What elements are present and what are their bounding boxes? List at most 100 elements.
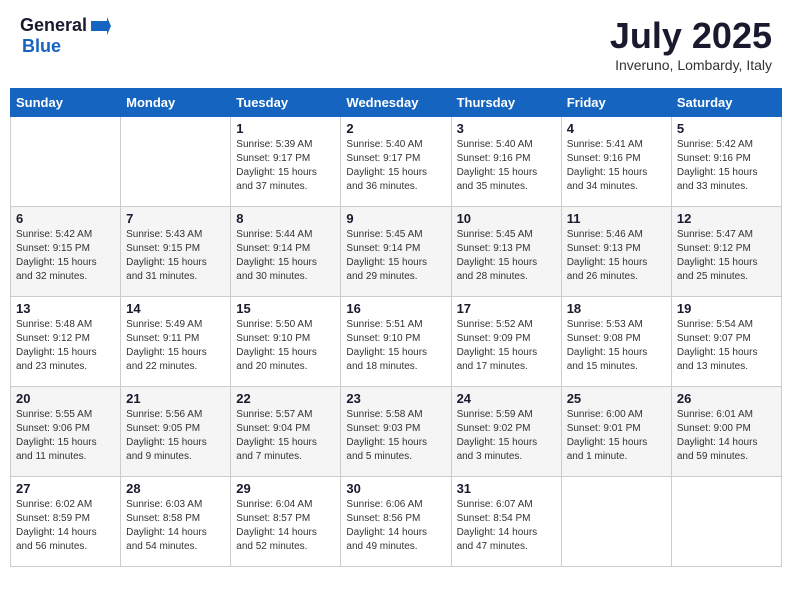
calendar-table: Sunday Monday Tuesday Wednesday Thursday… — [10, 88, 782, 567]
calendar-cell: 21 Sunrise: 5:56 AMSunset: 9:05 PMDayligh… — [121, 387, 231, 477]
logo: General Blue — [20, 15, 111, 57]
day-info: Sunrise: 5:41 AMSunset: 9:16 PMDaylight:… — [567, 138, 666, 194]
day-number: 3 — [457, 121, 556, 136]
day-number: 4 — [567, 121, 666, 136]
day-number: 5 — [677, 121, 776, 136]
day-info: Sunrise: 5:44 AMSunset: 9:14 PMDaylight:… — [236, 228, 335, 284]
title-section: July 2025 Inveruno, Lombardy, Italy — [610, 15, 772, 73]
location-subtitle: Inveruno, Lombardy, Italy — [610, 57, 772, 73]
calendar-cell: 27 Sunrise: 6:02 AMSunset: 8:59 PMDayligh… — [11, 477, 121, 567]
day-number: 11 — [567, 211, 666, 226]
day-number: 18 — [567, 301, 666, 316]
week-row-5: 27 Sunrise: 6:02 AMSunset: 8:59 PMDayligh… — [11, 477, 782, 567]
day-info: Sunrise: 6:00 AMSunset: 9:01 PMDaylight:… — [567, 408, 666, 464]
col-tuesday: Tuesday — [231, 89, 341, 117]
day-number: 20 — [16, 391, 115, 406]
day-info: Sunrise: 6:04 AMSunset: 8:57 PMDaylight:… — [236, 498, 335, 554]
day-number: 21 — [126, 391, 225, 406]
week-row-1: 1 Sunrise: 5:39 AMSunset: 9:17 PMDaylight… — [11, 117, 782, 207]
day-number: 8 — [236, 211, 335, 226]
day-number: 16 — [346, 301, 445, 316]
day-info: Sunrise: 5:55 AMSunset: 9:06 PMDaylight:… — [16, 408, 115, 464]
day-info: Sunrise: 6:02 AMSunset: 8:59 PMDaylight:… — [16, 498, 115, 554]
day-number: 27 — [16, 481, 115, 496]
calendar-cell: 22Sunrise: 5:57 AMSunset: 9:04 PMDayligh… — [231, 387, 341, 477]
day-number: 7 — [126, 211, 225, 226]
calendar-cell: 29 Sunrise: 6:04 AMSunset: 8:57 PMDayligh… — [231, 477, 341, 567]
day-info: Sunrise: 5:43 AMSunset: 9:15 PMDaylight:… — [126, 228, 225, 284]
day-info: Sunrise: 6:03 AMSunset: 8:58 PMDaylight:… — [126, 498, 225, 554]
week-row-3: 13 Sunrise: 5:48 AMSunset: 9:12 PMDayligh… — [11, 297, 782, 387]
day-info: Sunrise: 5:51 AMSunset: 9:10 PMDaylight:… — [346, 318, 445, 374]
calendar-cell: 6Sunrise: 5:42 AMSunset: 9:15 PMDaylight… — [11, 207, 121, 297]
day-info: Sunrise: 5:49 AMSunset: 9:11 PMDaylight:… — [126, 318, 225, 374]
logo-arrow-icon — [89, 17, 111, 35]
calendar-cell: 16 Sunrise: 5:51 AMSunset: 9:10 PMDayligh… — [341, 297, 451, 387]
calendar-cell: 8 Sunrise: 5:44 AMSunset: 9:14 PMDaylight… — [231, 207, 341, 297]
day-number: 25 — [567, 391, 666, 406]
col-saturday: Saturday — [671, 89, 781, 117]
calendar-header-row: Sunday Monday Tuesday Wednesday Thursday… — [11, 89, 782, 117]
calendar-cell: 26 Sunrise: 6:01 AMSunset: 9:00 PMDayligh… — [671, 387, 781, 477]
day-number: 15 — [236, 301, 335, 316]
col-sunday: Sunday — [11, 89, 121, 117]
calendar-cell: 7 Sunrise: 5:43 AMSunset: 9:15 PMDaylight… — [121, 207, 231, 297]
day-number: 29 — [236, 481, 335, 496]
day-info: Sunrise: 5:50 AMSunset: 9:10 PMDaylight:… — [236, 318, 335, 374]
calendar-cell: 14Sunrise: 5:49 AMSunset: 9:11 PMDayligh… — [121, 297, 231, 387]
calendar-cell: 24Sunrise: 5:59 AMSunset: 9:02 PMDayligh… — [451, 387, 561, 477]
logo-general-text: General — [20, 15, 87, 36]
day-number: 24 — [457, 391, 556, 406]
calendar-cell: 17Sunrise: 5:52 AMSunset: 9:09 PMDayligh… — [451, 297, 561, 387]
day-info: Sunrise: 5:56 AMSunset: 9:05 PMDaylight:… — [126, 408, 225, 464]
calendar-cell: 12 Sunrise: 5:47 AMSunset: 9:12 PMDayligh… — [671, 207, 781, 297]
calendar-cell: 28 Sunrise: 6:03 AMSunset: 8:58 PMDayligh… — [121, 477, 231, 567]
day-number: 22 — [236, 391, 335, 406]
day-info: Sunrise: 5:58 AMSunset: 9:03 PMDaylight:… — [346, 408, 445, 464]
day-number: 12 — [677, 211, 776, 226]
calendar-cell — [11, 117, 121, 207]
day-number: 1 — [236, 121, 335, 136]
calendar-cell: 20 Sunrise: 5:55 AMSunset: 9:06 PMDayligh… — [11, 387, 121, 477]
calendar-cell: 23 Sunrise: 5:58 AMSunset: 9:03 PMDayligh… — [341, 387, 451, 477]
day-number: 26 — [677, 391, 776, 406]
day-number: 30 — [346, 481, 445, 496]
calendar-cell: 2 Sunrise: 5:40 AMSunset: 9:17 PMDaylight… — [341, 117, 451, 207]
day-number: 23 — [346, 391, 445, 406]
col-thursday: Thursday — [451, 89, 561, 117]
col-wednesday: Wednesday — [341, 89, 451, 117]
calendar-cell: 5Sunrise: 5:42 AMSunset: 9:16 PMDaylight… — [671, 117, 781, 207]
month-year-title: July 2025 — [610, 15, 772, 57]
calendar-cell: 30Sunrise: 6:06 AMSunset: 8:56 PMDayligh… — [341, 477, 451, 567]
day-info: Sunrise: 5:52 AMSunset: 9:09 PMDaylight:… — [457, 318, 556, 374]
day-number: 19 — [677, 301, 776, 316]
day-info: Sunrise: 5:48 AMSunset: 9:12 PMDaylight:… — [16, 318, 115, 374]
calendar-cell: 1 Sunrise: 5:39 AMSunset: 9:17 PMDaylight… — [231, 117, 341, 207]
calendar-cell: 15 Sunrise: 5:50 AMSunset: 9:10 PMDayligh… — [231, 297, 341, 387]
col-friday: Friday — [561, 89, 671, 117]
day-number: 2 — [346, 121, 445, 136]
day-info: Sunrise: 5:46 AMSunset: 9:13 PMDaylight:… — [567, 228, 666, 284]
calendar-cell: 25 Sunrise: 6:00 AMSunset: 9:01 PMDayligh… — [561, 387, 671, 477]
day-number: 10 — [457, 211, 556, 226]
week-row-4: 20 Sunrise: 5:55 AMSunset: 9:06 PMDayligh… — [11, 387, 782, 477]
page-header: General Blue July 2025 Inveruno, Lombard… — [10, 10, 782, 78]
day-info: Sunrise: 5:47 AMSunset: 9:12 PMDaylight:… — [677, 228, 776, 284]
calendar-cell: 18 Sunrise: 5:53 AMSunset: 9:08 PMDayligh… — [561, 297, 671, 387]
day-number: 9 — [346, 211, 445, 226]
day-number: 31 — [457, 481, 556, 496]
day-info: Sunrise: 5:54 AMSunset: 9:07 PMDaylight:… — [677, 318, 776, 374]
day-info: Sunrise: 6:01 AMSunset: 9:00 PMDaylight:… — [677, 408, 776, 464]
day-info: Sunrise: 5:40 AMSunset: 9:17 PMDaylight:… — [346, 138, 445, 194]
calendar-cell: 4 Sunrise: 5:41 AMSunset: 9:16 PMDaylight… — [561, 117, 671, 207]
calendar-cell: 19 Sunrise: 5:54 AMSunset: 9:07 PMDayligh… — [671, 297, 781, 387]
day-number: 6 — [16, 211, 115, 226]
day-info: Sunrise: 5:45 AMSunset: 9:13 PMDaylight:… — [457, 228, 556, 284]
calendar-cell: 11 Sunrise: 5:46 AMSunset: 9:13 PMDayligh… — [561, 207, 671, 297]
day-info: Sunrise: 5:39 AMSunset: 9:17 PMDaylight:… — [236, 138, 335, 194]
day-number: 28 — [126, 481, 225, 496]
day-info: Sunrise: 5:53 AMSunset: 9:08 PMDaylight:… — [567, 318, 666, 374]
logo-blue-text: Blue — [22, 36, 61, 57]
day-number: 13 — [16, 301, 115, 316]
calendar-cell: 13 Sunrise: 5:48 AMSunset: 9:12 PMDayligh… — [11, 297, 121, 387]
